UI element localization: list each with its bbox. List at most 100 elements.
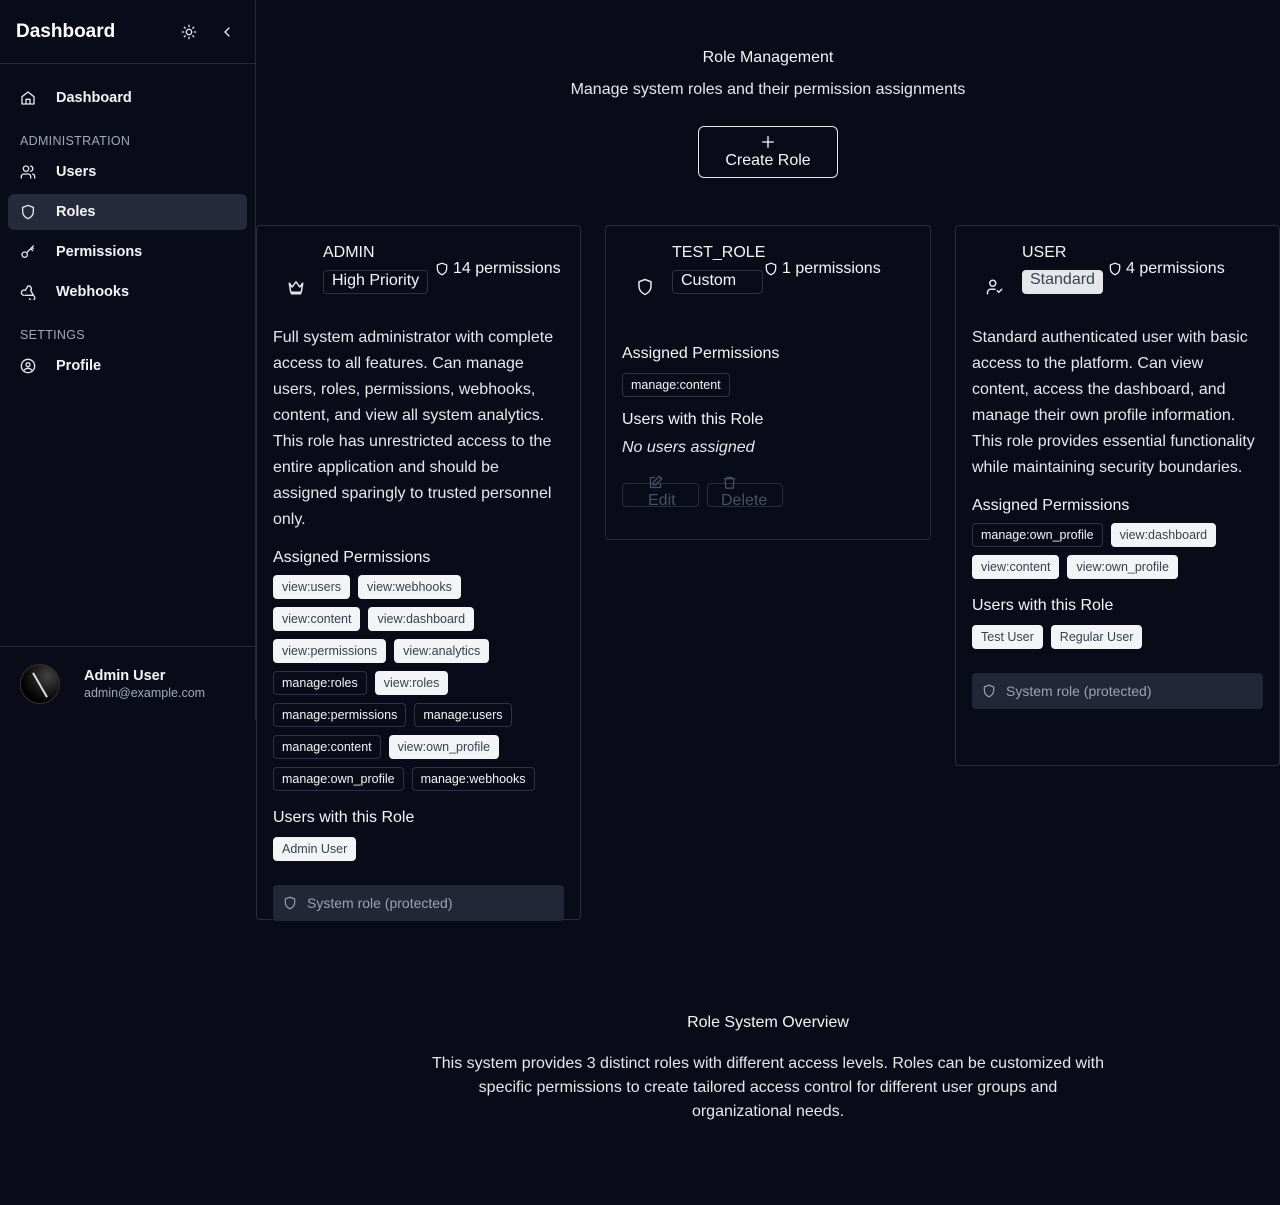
permission-count-label: 14 permissions bbox=[453, 260, 561, 277]
priority-badge: High Priority bbox=[323, 270, 429, 294]
permission-tag: manage:content bbox=[622, 373, 730, 397]
webhook-icon bbox=[20, 284, 36, 300]
role-name: USER bbox=[1022, 244, 1067, 261]
permission-tag: view:content bbox=[273, 607, 361, 631]
permission-tag: manage:own_profile bbox=[972, 523, 1103, 547]
collapse-sidebar-button[interactable] bbox=[215, 20, 239, 44]
sidebar-header: Dashboard bbox=[0, 0, 255, 64]
user-email: admin@example.com bbox=[84, 685, 206, 700]
role-actions: Edit Delete bbox=[606, 475, 930, 509]
overview-title: Role System Overview bbox=[687, 1014, 849, 1031]
role-description: Full system administrator with complete … bbox=[273, 329, 554, 528]
permission-tag: view:roles bbox=[374, 671, 449, 695]
create-role-label: Create Role bbox=[725, 152, 811, 169]
user-circle-icon bbox=[20, 358, 36, 374]
priority-badge: Custom bbox=[672, 270, 763, 294]
permission-list: manage:own_profile view:dashboard view:c… bbox=[956, 523, 1279, 587]
role-card-user: USER Standard 4 permissions Standard aut… bbox=[955, 225, 1280, 766]
sidebar-item-dashboard[interactable]: Dashboard bbox=[8, 80, 247, 116]
role-description: Standard authenticated user with basic a… bbox=[972, 329, 1255, 476]
users-heading: Users with this Role bbox=[622, 411, 764, 428]
protected-label: System role (protected) bbox=[307, 895, 453, 911]
sidebar-item-profile[interactable]: Profile bbox=[8, 348, 247, 384]
sidebar-item-label: Users bbox=[56, 164, 97, 180]
delete-label: Delete bbox=[721, 492, 768, 509]
user-tag: Regular User bbox=[1050, 625, 1143, 649]
protected-notice: System role (protected) bbox=[972, 673, 1263, 709]
user-name: Admin User bbox=[84, 667, 166, 684]
edit-button[interactable]: Edit bbox=[622, 475, 699, 509]
user-list: Test User Regular User bbox=[956, 625, 1279, 657]
nav-section-settings: SETTINGS bbox=[20, 328, 85, 342]
sidebar-item-roles[interactable]: Roles bbox=[8, 194, 247, 230]
sidebar-item-webhooks[interactable]: Webhooks bbox=[8, 274, 247, 310]
permission-tag: manage:content bbox=[273, 735, 381, 759]
sidebar-item-label: Permissions bbox=[56, 244, 143, 260]
role-name: TEST_ROLE bbox=[672, 244, 766, 261]
permission-list: manage:content bbox=[606, 373, 930, 405]
main-content: Role Management Manage system roles and … bbox=[256, 0, 1280, 1205]
users-heading: Users with this Role bbox=[273, 809, 415, 826]
permission-count-label: 1 permissions bbox=[782, 260, 881, 277]
permission-list: view:users view:webhooks view:content vi… bbox=[257, 575, 580, 799]
sidebar-item-users[interactable]: Users bbox=[8, 154, 247, 190]
sidebar-nav: Dashboard ADMINISTRATION Users Roles Per… bbox=[0, 64, 255, 384]
protected-notice: System role (protected) bbox=[273, 885, 564, 921]
shield-icon bbox=[636, 278, 652, 296]
permission-tag: view:analytics bbox=[394, 639, 490, 663]
permission-count: 1 permissions bbox=[764, 260, 881, 278]
priority-badge: Standard bbox=[1022, 270, 1103, 294]
page-subtitle: Manage system roles and their permission… bbox=[570, 81, 966, 98]
edit-icon bbox=[648, 475, 664, 491]
permission-tag: manage:permissions bbox=[273, 703, 407, 727]
plus-icon bbox=[760, 134, 776, 152]
assigned-permissions-heading: Assigned Permissions bbox=[622, 345, 780, 362]
edit-label: Edit bbox=[648, 492, 676, 509]
shield-icon bbox=[982, 684, 996, 698]
delete-button[interactable]: Delete bbox=[707, 476, 783, 509]
chevron-left-icon bbox=[224, 26, 230, 37]
protected-label: System role (protected) bbox=[1006, 683, 1152, 699]
sun-icon bbox=[181, 24, 197, 39]
home-icon bbox=[20, 90, 36, 106]
page-title: Role Management bbox=[702, 49, 834, 66]
shield-icon bbox=[435, 262, 449, 276]
permission-tag: manage:own_profile bbox=[273, 767, 404, 791]
permission-tag: view:dashboard bbox=[1110, 523, 1217, 547]
role-name: ADMIN bbox=[323, 244, 375, 261]
sidebar-user[interactable]: Admin User admin@example.com bbox=[0, 646, 255, 720]
theme-toggle-button[interactable] bbox=[177, 20, 201, 44]
nav-section-administration: ADMINISTRATION bbox=[20, 134, 131, 148]
sidebar-title: Dashboard bbox=[16, 20, 116, 42]
permission-count: 4 permissions bbox=[1108, 260, 1225, 278]
permission-tag: view:dashboard bbox=[368, 607, 475, 631]
permission-tag: view:webhooks bbox=[358, 575, 461, 599]
overview-text: This system provides 3 distinct roles wi… bbox=[432, 1055, 1104, 1120]
sidebar-item-label: Webhooks bbox=[56, 284, 130, 300]
create-role-button[interactable]: Create Role bbox=[698, 126, 838, 178]
users-icon bbox=[20, 164, 36, 180]
shield-icon bbox=[20, 204, 36, 220]
permission-tag: manage:users bbox=[414, 703, 512, 727]
permission-count: 14 permissions bbox=[435, 260, 561, 278]
permission-tag: view:permissions bbox=[273, 639, 387, 663]
role-card-test-role: TEST_ROLE Custom 1 permissions Assigned … bbox=[605, 225, 931, 540]
permission-tag: view:own_profile bbox=[388, 735, 500, 759]
sidebar-item-label: Roles bbox=[56, 204, 96, 220]
trash-icon bbox=[722, 475, 738, 491]
sidebar-item-label: Dashboard bbox=[56, 90, 132, 106]
key-icon bbox=[20, 244, 36, 260]
users-heading: Users with this Role bbox=[972, 597, 1114, 614]
shield-icon bbox=[764, 262, 778, 276]
crown-icon bbox=[287, 278, 304, 295]
shield-icon bbox=[283, 896, 297, 910]
shield-icon bbox=[1108, 262, 1122, 276]
assigned-permissions-heading: Assigned Permissions bbox=[273, 549, 431, 566]
permission-tag: view:content bbox=[972, 555, 1060, 579]
permission-count-label: 4 permissions bbox=[1126, 260, 1225, 277]
user-tag: Admin User bbox=[273, 837, 357, 861]
sidebar: Dashboard Dashboard ADMINISTRATION Users… bbox=[0, 0, 256, 720]
user-list: Admin User bbox=[257, 837, 580, 869]
sidebar-item-permissions[interactable]: Permissions bbox=[8, 234, 247, 270]
avatar bbox=[20, 663, 60, 704]
